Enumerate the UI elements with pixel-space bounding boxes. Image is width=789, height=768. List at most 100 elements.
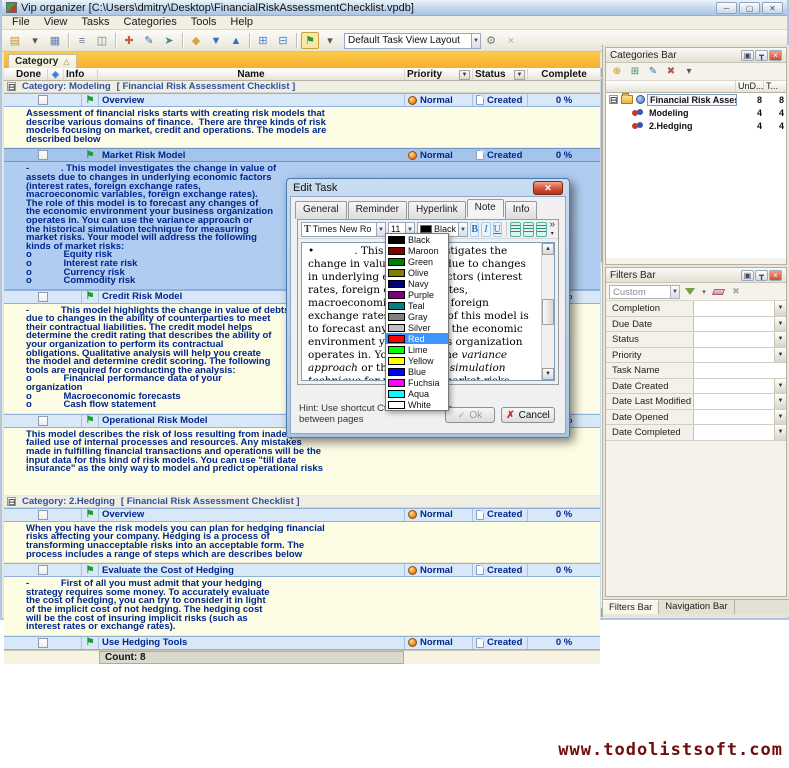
dialog-tab-info[interactable]: Info <box>505 201 538 219</box>
done-checkbox[interactable] <box>38 292 48 302</box>
filter-dropdown-icon[interactable]: ▼ <box>774 394 786 409</box>
color-option-white[interactable]: White <box>386 399 448 410</box>
column-header-complete[interactable]: Complete <box>528 69 600 80</box>
align-right-button[interactable] <box>536 222 547 237</box>
task-name[interactable]: Overview <box>99 509 405 521</box>
new-category-icon[interactable]: ⊕ <box>609 64 625 79</box>
ok-button[interactable]: ✓ Ok <box>445 407 495 423</box>
tree-total-column[interactable]: T... <box>764 81 786 92</box>
color-option-yellow[interactable]: Yellow <box>386 355 448 366</box>
task-status-cell[interactable]: Created <box>473 564 528 576</box>
categories-pin-icon[interactable]: ┳ <box>755 50 768 61</box>
task-view-layout-value[interactable]: Default Task View Layout <box>344 33 472 49</box>
status-filter-dropdown-icon[interactable]: ▼ <box>514 70 525 80</box>
filters-restore-icon[interactable]: ▣ <box>741 270 754 281</box>
dock-tab-navigation-bar[interactable]: Navigation Bar <box>659 600 734 614</box>
task-name[interactable]: Use Hedging Tools <box>99 637 405 649</box>
tree-category-row[interactable]: 2.Hedging44 <box>606 119 786 132</box>
filters-close-icon[interactable]: × <box>769 270 782 281</box>
print-icon[interactable]: ≡ <box>73 32 91 49</box>
done-checkbox[interactable] <box>38 416 48 426</box>
color-option-teal[interactable]: Teal <box>386 300 448 311</box>
done-checkbox[interactable] <box>38 95 48 105</box>
dialog-tab-hyperlink[interactable]: Hyperlink <box>408 201 466 219</box>
collapse-group-icon[interactable]: ⊟ <box>7 82 16 91</box>
filter-preset-value[interactable]: Custom <box>609 285 671 299</box>
done-checkbox[interactable] <box>38 150 48 160</box>
task-status-cell[interactable]: Created <box>473 149 528 161</box>
color-option-aqua[interactable]: Aqua <box>386 388 448 399</box>
column-header-done[interactable]: Done <box>4 69 48 80</box>
menu-file[interactable]: File <box>5 16 37 29</box>
column-header-info[interactable]: Info <box>64 69 98 80</box>
dialog-tab-reminder[interactable]: Reminder <box>348 201 407 219</box>
filter-value-field[interactable] <box>694 379 774 394</box>
bold-button[interactable]: B <box>470 222 479 237</box>
dialog-tab-note[interactable]: Note <box>467 199 504 217</box>
task-priority-cell[interactable]: Normal <box>405 509 473 521</box>
filter-value-field[interactable] <box>694 301 774 316</box>
filter-dropdown-icon[interactable]: ▼ <box>774 379 786 394</box>
task-priority-cell[interactable]: Normal <box>405 564 473 576</box>
note-scroll-thumb[interactable] <box>542 299 554 325</box>
task-row[interactable]: ⚑Evaluate the Cost of HedgingNormalCreat… <box>4 563 600 577</box>
filters-pin-icon[interactable]: ┳ <box>755 270 768 281</box>
filter-options-dropdown-icon[interactable]: ▾ <box>700 284 708 299</box>
menu-help[interactable]: Help <box>223 16 260 29</box>
flag-view-icon[interactable]: ⚑ <box>301 32 319 49</box>
new-subcategory-icon[interactable]: ⊞ <box>627 64 643 79</box>
filter-dropdown-icon[interactable]: ▼ <box>774 301 786 316</box>
move-down-icon[interactable]: ▼ <box>207 32 225 49</box>
print-preview-icon[interactable]: ◫ <box>93 32 111 49</box>
task-view-layout-combo[interactable]: Default Task View Layout ▼ <box>344 33 481 49</box>
task-status-cell[interactable]: Created <box>473 94 528 106</box>
color-option-red[interactable]: Red <box>386 333 448 344</box>
task-row[interactable]: ⚑OverviewNormalCreated0 % <box>4 508 600 522</box>
task-row[interactable]: ⚑OverviewNormalCreated0 % <box>4 93 600 107</box>
align-left-button[interactable] <box>510 222 521 237</box>
new-note-icon[interactable]: ▤ <box>6 32 24 49</box>
color-option-purple[interactable]: Purple <box>386 289 448 300</box>
filter-dropdown-icon[interactable]: ▼ <box>774 317 786 332</box>
toolbar-overflow-icon[interactable]: » ▾ <box>549 221 555 238</box>
tree-undone-column[interactable]: UnD... <box>736 81 764 92</box>
task-status-cell[interactable]: Created <box>473 509 528 521</box>
tree-collapse-icon[interactable]: ⊟ <box>609 95 618 104</box>
minimize-button[interactable]: ─ <box>716 2 737 14</box>
note-scrollbar[interactable]: ▲ ▼ <box>541 243 554 380</box>
edit-category-icon[interactable]: ✎ <box>645 64 661 79</box>
italic-button[interactable]: I <box>481 222 490 237</box>
customize-toolbar-icon[interactable]: ⚙ <box>482 32 500 49</box>
add-task-icon[interactable]: ✚ <box>120 32 138 49</box>
tree-root-row[interactable]: ⊟Financial Risk Assessment Che88 <box>606 93 786 106</box>
clear-filter-icon[interactable] <box>710 284 726 299</box>
task-name[interactable]: Market Risk Model <box>99 149 405 161</box>
task-row[interactable]: ⚑Market Risk ModelNormalCreated0 % <box>4 148 600 162</box>
task-priority-cell[interactable]: Normal <box>405 94 473 106</box>
filter-preset-dropdown-icon[interactable]: ▼ <box>671 285 680 299</box>
menu-tasks[interactable]: Tasks <box>74 16 116 29</box>
align-center-button[interactable] <box>523 222 534 237</box>
task-priority-cell[interactable]: Normal <box>405 637 473 649</box>
filter-value-field[interactable] <box>694 425 774 440</box>
color-option-navy[interactable]: Navy <box>386 278 448 289</box>
note-scroll-down-icon[interactable]: ▼ <box>542 368 554 380</box>
note-scroll-up-icon[interactable]: ▲ <box>542 243 554 255</box>
dialog-tab-general[interactable]: General <box>295 201 347 219</box>
done-checkbox[interactable] <box>38 510 48 520</box>
category-group-row[interactable]: ⊟Category: Modeling[ Financial Risk Asse… <box>4 81 600 93</box>
filter-value-field[interactable] <box>694 363 786 378</box>
filter-value-field[interactable] <box>694 410 774 425</box>
color-option-silver[interactable]: Silver <box>386 322 448 333</box>
view-dropdown-icon[interactable]: ▾ <box>321 32 339 49</box>
filter-preset-combo[interactable]: Custom ▼ <box>609 285 680 299</box>
column-header-status[interactable]: Status ▼ <box>473 69 528 80</box>
color-option-green[interactable]: Green <box>386 256 448 267</box>
filter-dropdown-icon[interactable]: ▼ <box>774 425 786 440</box>
open-list-icon[interactable]: ◆ <box>187 32 205 49</box>
color-option-lime[interactable]: Lime <box>386 344 448 355</box>
dialog-close-icon[interactable]: ✕ <box>533 181 563 195</box>
close-search-icon[interactable]: × <box>502 32 520 49</box>
color-option-black[interactable]: Black <box>386 234 448 245</box>
move-up-icon[interactable]: ▲ <box>227 32 245 49</box>
